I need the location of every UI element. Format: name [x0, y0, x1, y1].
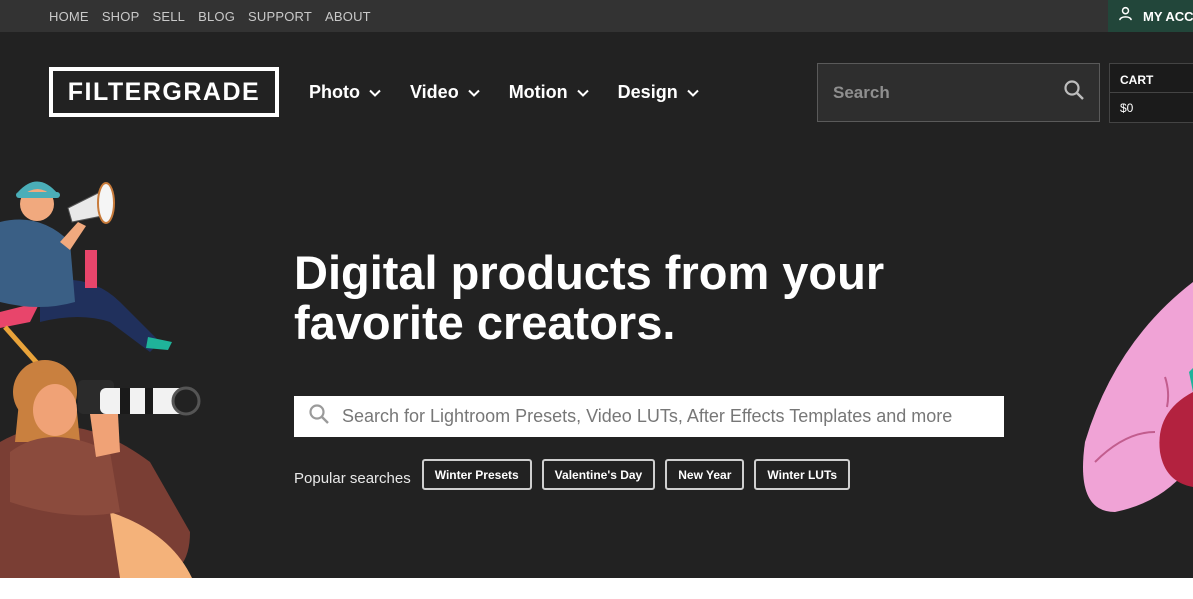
nav-design-label: Design	[617, 82, 678, 102]
logo-text: FILTERGRADE	[67, 77, 261, 106]
top-nav-about[interactable]: ABOUT	[325, 9, 371, 24]
my-account-button[interactable]: MY ACCOUNT	[1108, 0, 1193, 32]
popular-chip-winter-luts[interactable]: Winter LUTs	[754, 459, 851, 490]
cart-divider	[1110, 92, 1193, 93]
hero-search-input[interactable]: Search for Lightroom Presets, Video LUTs…	[294, 396, 1004, 437]
chevron-down-icon	[467, 89, 480, 97]
my-account-label: MY ACCOUNT	[1143, 8, 1193, 24]
top-nav-home[interactable]: HOME	[49, 9, 89, 24]
cart-widget[interactable]: CART $0	[1109, 63, 1193, 123]
top-nav-sell[interactable]: SELL	[152, 9, 185, 24]
cart-total: $0	[1120, 101, 1134, 115]
popular-chip-valentines-day[interactable]: Valentine's Day	[541, 459, 656, 490]
nav-video-label: Video	[410, 82, 459, 102]
chevron-down-icon	[686, 89, 699, 97]
nav-photo[interactable]: Photo	[309, 82, 382, 103]
top-nav-support[interactable]: SUPPORT	[248, 9, 312, 24]
nav-photo-label: Photo	[309, 82, 360, 102]
hero-section: FILTERGRADE Photo Video Motion Design Se…	[0, 32, 1193, 578]
creators-illustration	[0, 181, 201, 578]
popular-searches-label: Popular searches	[294, 470, 411, 487]
top-nav-blog[interactable]: BLOG	[198, 9, 235, 24]
chevron-down-icon	[369, 89, 381, 97]
main-nav: Photo Video Motion Design	[309, 82, 700, 103]
hero-headline: Digital products from your favorite crea…	[294, 246, 885, 349]
header-search-input[interactable]: Search	[817, 63, 1100, 122]
search-icon[interactable]	[1063, 79, 1085, 106]
header-search-placeholder: Search	[833, 82, 890, 102]
cart-label: CART	[1120, 73, 1154, 87]
nav-video[interactable]: Video	[410, 82, 481, 103]
top-utility-bar: HOME SHOP SELL BLOG SUPPORT ABOUT MY ACC…	[0, 0, 1193, 32]
hero-search-placeholder: Search for Lightroom Presets, Video LUTs…	[342, 406, 953, 426]
filtergrade-logo[interactable]: FILTERGRADE	[49, 67, 279, 117]
popular-searches: Popular searches Winter Presets Valentin…	[294, 459, 851, 490]
nav-motion-label: Motion	[508, 82, 568, 102]
decorative-illustration-right	[1083, 282, 1193, 512]
nav-design[interactable]: Design	[618, 82, 700, 103]
user-icon	[1118, 6, 1133, 26]
top-nav: HOME SHOP SELL BLOG SUPPORT ABOUT	[49, 0, 371, 32]
chevron-down-icon	[576, 89, 589, 97]
search-icon	[308, 403, 330, 430]
popular-chip-winter-presets[interactable]: Winter Presets	[421, 459, 532, 490]
top-nav-shop[interactable]: SHOP	[102, 9, 140, 24]
nav-motion[interactable]: Motion	[509, 82, 590, 103]
popular-chip-new-year[interactable]: New Year	[665, 459, 745, 490]
